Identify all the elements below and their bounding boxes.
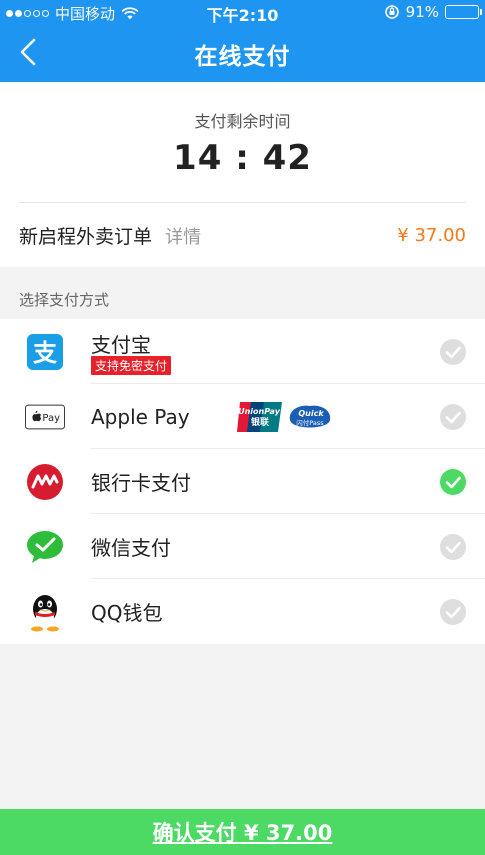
battery-percent: 91% [405, 3, 439, 21]
payment-method-label: 微信支付 [91, 536, 171, 560]
svg-text:Quick: Quick [298, 409, 324, 418]
order-row: 新启程外卖订单 详情 ¥ 37.00 [0, 203, 485, 267]
countdown-timer: 14 : 42 [173, 138, 312, 178]
payment-method-label: QQ钱包 [91, 601, 163, 625]
top-bar: 中国移动 下午2:10 91% 在线支付 [0, 0, 485, 82]
order-name: 新启程外卖订单 [19, 225, 153, 248]
payment-method-bank-card[interactable]: 银行卡支付 [0, 449, 485, 514]
section-label: 选择支付方式 [0, 267, 485, 319]
payment-method-label: Apple Pay [91, 404, 190, 429]
confirm-payment-button[interactable]: 确认支付 ¥ 37.00 [0, 809, 485, 855]
payment-method-qq-wallet[interactable]: QQ钱包 [0, 579, 485, 644]
timer-label: 支付剩余时间 [194, 112, 291, 131]
unionpay-logos: UnionPay 银联 Quick 闪付Pass [236, 401, 334, 433]
qq-icon [25, 592, 65, 632]
status-time: 下午2:10 [206, 6, 279, 25]
no-password-badge: 支持免密支付 [91, 356, 172, 375]
payment-method-wechat[interactable]: 微信支付 [0, 514, 485, 579]
wifi-icon [121, 6, 139, 19]
battery-icon [445, 5, 482, 19]
svg-text:闪付Pass: 闪付Pass [296, 418, 324, 427]
svg-text:UnionPay: UnionPay [238, 407, 281, 416]
order-price: ¥ 37.00 [397, 224, 466, 246]
payment-methods-list: 支 支付宝 支持免密支付 Pay Apple Pay UnionPay 银联 Q… [0, 319, 485, 644]
chevron-left-icon [20, 38, 36, 66]
payment-method-label: 支付宝 [91, 333, 151, 357]
alipay-icon: 支 [25, 332, 65, 372]
page-title: 在线支付 [194, 44, 291, 70]
signal-strength-icon [6, 10, 49, 17]
checked-circle-icon [440, 468, 466, 495]
svg-text:支: 支 [33, 339, 58, 367]
order-card: 支付剩余时间 14 : 42 新启程外卖订单 详情 ¥ 37.00 [0, 82, 485, 267]
order-detail-link[interactable]: 详情 [165, 227, 201, 248]
payment-method-apple-pay[interactable]: Pay Apple Pay UnionPay 银联 Quick 闪付Pass [0, 384, 485, 449]
payment-method-alipay[interactable]: 支 支付宝 支持免密支付 [0, 319, 485, 384]
nav-bar: 在线支付 [0, 24, 485, 82]
bank-card-icon [25, 462, 65, 502]
rotation-lock-icon [384, 5, 399, 19]
unchecked-circle-icon [440, 533, 466, 560]
timer-section: 支付剩余时间 14 : 42 [0, 82, 485, 202]
payment-method-label: 银行卡支付 [91, 471, 191, 495]
status-bar: 中国移动 下午2:10 91% [0, 0, 485, 25]
apple-pay-icon: Pay [25, 397, 65, 437]
wechat-icon [25, 527, 65, 567]
carrier-name: 中国移动 [55, 5, 116, 23]
unchecked-circle-icon [440, 338, 466, 365]
svg-text:银联: 银联 [251, 416, 270, 428]
quickpass-icon: Quick 闪付Pass [289, 405, 331, 427]
unchecked-circle-icon [440, 403, 466, 430]
unchecked-circle-icon [440, 598, 466, 625]
svg-text:Pay: Pay [42, 412, 60, 423]
back-button[interactable] [10, 34, 46, 70]
unionpay-icon: UnionPay 银联 [237, 401, 282, 432]
